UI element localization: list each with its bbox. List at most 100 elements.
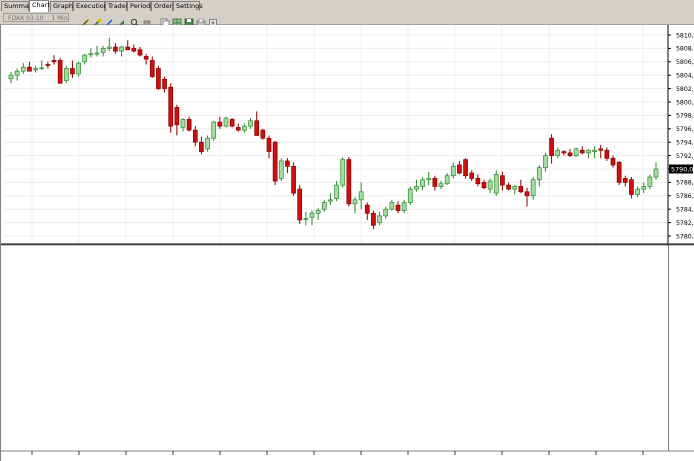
candle[interactable] [27, 66, 32, 72]
line-tool-icon[interactable] [104, 13, 114, 27]
candle[interactable] [598, 148, 604, 151]
arrow-tool-icon[interactable] [116, 13, 126, 26]
candle[interactable] [235, 127, 241, 131]
grid-icon[interactable] [172, 13, 182, 28]
candle[interactable] [629, 179, 634, 195]
instrument-selector[interactable]: FDAX 03-10 1 Min [3, 13, 69, 22]
candle[interactable] [389, 202, 395, 210]
tab-executions[interactable]: Executions [73, 1, 111, 11]
indicator-panel[interactable] [1, 246, 668, 451]
candle[interactable] [346, 159, 352, 205]
candle[interactable] [395, 204, 401, 211]
tab-orders[interactable]: Orders [151, 1, 176, 11]
candle[interactable] [383, 208, 389, 217]
candle[interactable] [377, 215, 382, 223]
candle[interactable] [260, 129, 266, 139]
candle[interactable] [315, 210, 321, 214]
candle[interactable] [610, 157, 616, 166]
candle[interactable] [242, 125, 247, 131]
candle[interactable] [20, 66, 26, 72]
candle[interactable] [573, 148, 579, 156]
candle[interactable] [530, 179, 536, 197]
candle[interactable] [586, 149, 591, 154]
candle[interactable] [500, 175, 505, 186]
tab-settings[interactable]: Settings [173, 1, 203, 11]
candle[interactable] [401, 202, 407, 211]
candle[interactable] [616, 161, 622, 183]
candle[interactable] [156, 68, 161, 89]
candle[interactable] [278, 160, 284, 179]
candle[interactable] [438, 183, 444, 187]
candle[interactable] [493, 174, 499, 194]
tab-summary[interactable]: Summary [1, 1, 35, 11]
candle[interactable] [119, 46, 124, 52]
candle[interactable] [303, 218, 309, 220]
candle[interactable] [297, 188, 303, 221]
candle[interactable] [88, 53, 94, 56]
candle[interactable] [57, 60, 63, 84]
pencil-icon[interactable] [80, 13, 90, 27]
candle[interactable] [309, 212, 315, 218]
candle[interactable] [340, 159, 346, 186]
candle[interactable] [579, 149, 585, 154]
candle[interactable] [426, 178, 432, 181]
candle[interactable] [223, 117, 229, 127]
tab-graphs[interactable]: Graphs [50, 1, 76, 11]
candle[interactable] [272, 141, 278, 182]
candle[interactable] [450, 165, 456, 177]
brush-icon[interactable] [92, 13, 102, 27]
candle[interactable] [137, 49, 143, 56]
candle[interactable] [39, 67, 45, 70]
candle[interactable] [70, 68, 75, 75]
candle[interactable] [321, 202, 327, 210]
candle[interactable] [407, 188, 413, 203]
candle[interactable] [543, 155, 548, 169]
candle[interactable] [106, 46, 112, 49]
candle[interactable] [469, 172, 475, 179]
candle[interactable] [266, 137, 272, 152]
candle[interactable] [512, 186, 518, 190]
settings-icon[interactable] [208, 13, 218, 27]
candle[interactable] [371, 212, 376, 226]
candle[interactable] [506, 184, 511, 190]
candle[interactable] [229, 119, 235, 127]
candle[interactable] [549, 137, 554, 156]
candle[interactable] [622, 178, 628, 183]
candle[interactable] [481, 182, 487, 189]
hand-icon[interactable] [142, 13, 152, 27]
candle[interactable] [291, 165, 296, 194]
candle[interactable] [592, 149, 597, 152]
candle[interactable] [125, 46, 131, 51]
candle[interactable] [45, 64, 51, 66]
candle[interactable] [641, 186, 647, 190]
candle[interactable] [168, 86, 174, 127]
candle[interactable] [358, 191, 364, 201]
candle[interactable] [100, 48, 106, 53]
candle[interactable] [604, 149, 610, 159]
candle[interactable] [149, 60, 155, 77]
candle[interactable] [131, 48, 137, 52]
tab-trades[interactable]: Trades [105, 1, 129, 11]
candle[interactable] [653, 168, 659, 178]
copy-icon[interactable] [160, 13, 170, 28]
candle[interactable] [180, 119, 186, 128]
candle[interactable] [334, 184, 339, 199]
print-icon[interactable] [196, 13, 206, 27]
candle[interactable] [186, 119, 192, 131]
candle[interactable] [536, 167, 542, 181]
candle[interactable] [63, 68, 69, 81]
candle[interactable] [211, 121, 217, 139]
candle[interactable] [647, 176, 653, 187]
candle[interactable] [635, 188, 640, 195]
price-panel[interactable] [1, 25, 668, 243]
chart-area[interactable]: 5810,0 5808,0 5806,0 5804,0 5802,0 5800,0 5798… [0, 25, 694, 461]
candle[interactable] [524, 191, 530, 197]
candle[interactable] [352, 199, 358, 205]
candle[interactable] [192, 129, 198, 143]
candle[interactable] [205, 137, 210, 150]
candle[interactable] [199, 141, 204, 152]
candle[interactable] [51, 60, 57, 63]
candle[interactable] [561, 151, 567, 154]
candle[interactable] [14, 70, 20, 76]
candle[interactable] [8, 74, 14, 79]
